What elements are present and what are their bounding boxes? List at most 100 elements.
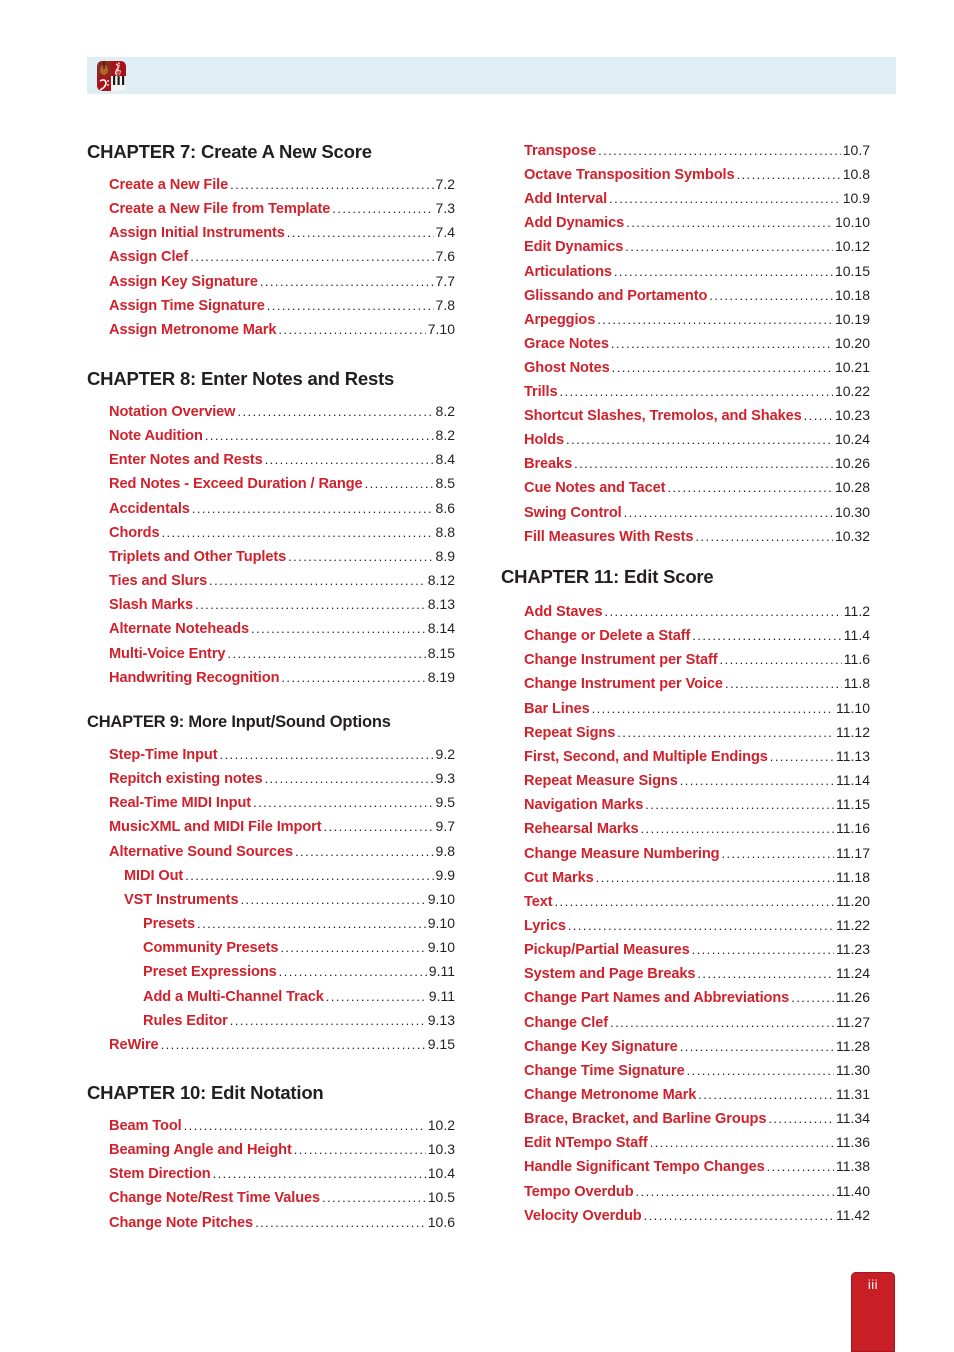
toc-entry-triplets-and-other-tuplets[interactable]: Triplets and Other Tuplets 8.9 <box>109 546 455 566</box>
toc-entry-preset-expressions[interactable]: Preset Expressions 9.11 <box>143 961 455 981</box>
toc-entry-ghost-notes[interactable]: Ghost Notes 10.21 <box>524 357 870 377</box>
toc-entry-accidentals[interactable]: Accidentals 8.6 <box>109 498 455 518</box>
toc-entry-page-number[interactable]: 11.24 <box>836 963 870 983</box>
toc-entry-add-interval[interactable]: Add Interval 10.9 <box>524 188 870 208</box>
toc-entry-page-number[interactable]: 11.28 <box>836 1036 870 1056</box>
toc-entry-label[interactable]: MIDI Out <box>124 866 183 885</box>
toc-entry-page-number[interactable]: 9.7 <box>436 816 455 836</box>
toc-entry-page-number[interactable]: 10.4 <box>428 1163 455 1183</box>
toc-entry-label[interactable]: Trills <box>524 382 558 401</box>
toc-entry-label[interactable]: Ghost Notes <box>524 358 610 377</box>
toc-entry-label[interactable]: Accidentals <box>109 499 190 518</box>
toc-entry-label[interactable]: Red Notes - Exceed Duration / Range <box>109 474 363 493</box>
toc-entry-repitch-existing-notes[interactable]: Repitch existing notes 9.3 <box>109 768 455 788</box>
toc-entry-stem-direction[interactable]: Stem Direction 10.4 <box>109 1163 455 1183</box>
toc-entry-label[interactable]: Slash Marks <box>109 595 193 614</box>
toc-entry-repeat-measure-signs[interactable]: Repeat Measure Signs 11.14 <box>524 770 870 790</box>
toc-entry-page-number[interactable]: 10.18 <box>835 285 870 305</box>
toc-entry-navigation-marks[interactable]: Navigation Marks 11.15 <box>524 794 870 814</box>
toc-entry-page-number[interactable]: 8.4 <box>436 449 455 469</box>
toc-entry-page-number[interactable]: 9.10 <box>428 937 455 957</box>
toc-entry-label[interactable]: Octave Transposition Symbols <box>524 165 735 184</box>
toc-entry-bar-lines[interactable]: Bar Lines 11.10 <box>524 698 870 718</box>
toc-entry-page-number[interactable]: 7.6 <box>436 246 455 266</box>
toc-entry-label[interactable]: Edit NTempo Staff <box>524 1133 648 1152</box>
toc-entry-label[interactable]: VST Instruments <box>124 890 239 909</box>
toc-entry-label[interactable]: Create a New File from Template <box>109 199 330 218</box>
toc-entry-page-number[interactable]: 10.23 <box>835 405 870 425</box>
toc-entry-musicxml-and-midi-file-import[interactable]: MusicXML and MIDI File Import 9.7 <box>109 816 455 836</box>
toc-entry-notation-overview[interactable]: Notation Overview 8.2 <box>109 401 455 421</box>
toc-entry-label[interactable]: Change Instrument per Staff <box>524 650 718 669</box>
toc-entry-enter-notes-and-rests[interactable]: Enter Notes and Rests 8.4 <box>109 449 455 469</box>
toc-entry-page-number[interactable]: 11.38 <box>836 1156 870 1176</box>
toc-entry-change-clef[interactable]: Change Clef 11.27 <box>524 1012 870 1032</box>
toc-entry-label[interactable]: Create a New File <box>109 175 228 194</box>
toc-entry-page-number[interactable]: 11.30 <box>836 1060 870 1080</box>
toc-entry-label[interactable]: Triplets and Other Tuplets <box>109 547 286 566</box>
toc-entry-change-or-delete-a-staff[interactable]: Change or Delete a Staff 11.4 <box>524 625 870 645</box>
toc-entry-change-part-names-and-abbreviations[interactable]: Change Part Names and Abbreviations 11.26 <box>524 987 870 1007</box>
toc-entry-page-number[interactable]: 8.8 <box>436 522 455 542</box>
toc-entry-edit-ntempo-staff[interactable]: Edit NTempo Staff 11.36 <box>524 1132 870 1152</box>
toc-entry-assign-initial-instruments[interactable]: Assign Initial Instruments 7.4 <box>109 222 455 242</box>
toc-entry-page-number[interactable]: 11.34 <box>836 1108 870 1128</box>
toc-entry-label[interactable]: Velocity Overdub <box>524 1206 642 1225</box>
toc-entry-label[interactable]: Grace Notes <box>524 334 609 353</box>
toc-entry-page-number[interactable]: 10.7 <box>843 140 870 160</box>
toc-entry-assign-key-signature[interactable]: Assign Key Signature 7.7 <box>109 271 455 291</box>
toc-entry-breaks[interactable]: Breaks 10.26 <box>524 453 870 473</box>
toc-entry-octave-transposition-symbols[interactable]: Octave Transposition Symbols 10.8 <box>524 164 870 184</box>
toc-entry-label[interactable]: Change Time Signature <box>524 1061 685 1080</box>
toc-entry-label[interactable]: Repeat Signs <box>524 723 615 742</box>
toc-entry-label[interactable]: System and Page Breaks <box>524 964 696 983</box>
toc-entry-label[interactable]: Add a Multi-Channel Track <box>143 987 324 1006</box>
toc-entry-add-dynamics[interactable]: Add Dynamics 10.10 <box>524 212 870 232</box>
toc-entry-label[interactable]: Change Metronome Mark <box>524 1085 696 1104</box>
toc-entry-create-a-new-file-from-template[interactable]: Create a New File from Template 7.3 <box>109 198 455 218</box>
toc-entry-label[interactable]: Assign Time Signature <box>109 296 265 315</box>
toc-entry-label[interactable]: Change Measure Numbering <box>524 844 720 863</box>
toc-entry-trills[interactable]: Trills 10.22 <box>524 381 870 401</box>
toc-entry-page-number[interactable]: 11.8 <box>844 673 870 693</box>
toc-entry-page-number[interactable]: 8.19 <box>428 667 455 687</box>
toc-entry-page-number[interactable]: 7.8 <box>436 295 455 315</box>
toc-entry-label[interactable]: Change Key Signature <box>524 1037 678 1056</box>
toc-entry-page-number[interactable]: 9.2 <box>436 744 455 764</box>
toc-entry-glissando-and-portamento[interactable]: Glissando and Portamento 10.18 <box>524 285 870 305</box>
toc-entry-label[interactable]: Preset Expressions <box>143 962 277 981</box>
toc-entry-page-number[interactable]: 11.26 <box>836 987 870 1007</box>
toc-entry-beam-tool[interactable]: Beam Tool 10.2 <box>109 1115 455 1135</box>
toc-entry-label[interactable]: Handwriting Recognition <box>109 668 279 687</box>
toc-entry-change-note-rest-time-values[interactable]: Change Note/Rest Time Values 10.5 <box>109 1187 455 1207</box>
toc-entry-label[interactable]: Assign Metronome Mark <box>109 320 276 339</box>
toc-entry-page-number[interactable]: 9.11 <box>429 961 455 981</box>
toc-entry-page-number[interactable]: 11.10 <box>836 698 870 718</box>
toc-entry-label[interactable]: Cut Marks <box>524 868 594 887</box>
toc-entry-page-number[interactable]: 11.16 <box>836 818 870 838</box>
toc-entry-label[interactable]: MusicXML and MIDI File Import <box>109 817 322 836</box>
toc-entry-edit-dynamics[interactable]: Edit Dynamics 10.12 <box>524 236 870 256</box>
toc-entry-label[interactable]: Repitch existing notes <box>109 769 263 788</box>
toc-entry-page-number[interactable]: 9.5 <box>436 792 455 812</box>
toc-entry-label[interactable]: Alternative Sound Sources <box>109 842 293 861</box>
toc-entry-presets[interactable]: Presets 9.10 <box>143 913 455 933</box>
toc-entry-page-number[interactable]: 11.6 <box>844 649 870 669</box>
toc-entry-label[interactable]: Change Note Pitches <box>109 1213 253 1232</box>
toc-entry-page-number[interactable]: 11.40 <box>836 1181 870 1201</box>
toc-entry-label[interactable]: Chords <box>109 523 160 542</box>
toc-entry-label[interactable]: Shortcut Slashes, Tremolos, and Shakes <box>524 406 802 425</box>
toc-entry-alternative-sound-sources[interactable]: Alternative Sound Sources 9.8 <box>109 841 455 861</box>
toc-entry-chords[interactable]: Chords 8.8 <box>109 522 455 542</box>
toc-entry-page-number[interactable]: 9.8 <box>436 841 455 861</box>
toc-entry-page-number[interactable]: 11.22 <box>836 915 870 935</box>
toc-entry-handwriting-recognition[interactable]: Handwriting Recognition 8.19 <box>109 667 455 687</box>
toc-entry-label[interactable]: Add Dynamics <box>524 213 624 232</box>
toc-entry-label[interactable]: Beaming Angle and Height <box>109 1140 292 1159</box>
toc-entry-assign-clef[interactable]: Assign Clef 7.6 <box>109 246 455 266</box>
toc-entry-label[interactable]: Notation Overview <box>109 402 236 421</box>
toc-entry-handle-significant-tempo-changes[interactable]: Handle Significant Tempo Changes 11.38 <box>524 1156 870 1176</box>
toc-entry-label[interactable]: Step-Time Input <box>109 745 218 764</box>
toc-entry-page-number[interactable]: 11.36 <box>836 1132 870 1152</box>
toc-entry-label[interactable]: Real-Time MIDI Input <box>109 793 251 812</box>
